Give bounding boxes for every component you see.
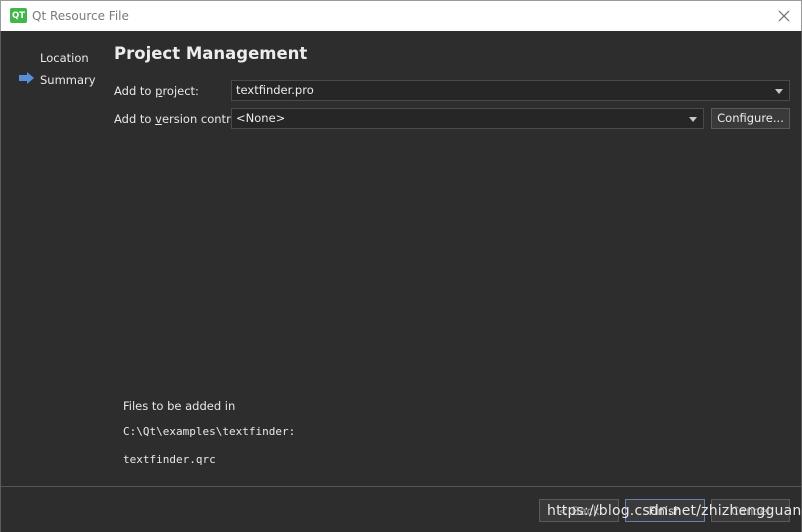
page-title: Project Management [114,44,308,63]
close-icon [778,10,790,22]
files-heading: Files to be added in [123,399,236,413]
version-control-select-value: <None> [236,111,286,125]
add-to-project-label: Add to project: [114,84,199,98]
dropdown-arrow-icon [689,117,697,122]
step-summary: Summary [40,73,96,87]
qt-logo-icon: QT [10,8,27,23]
window-title: Qt Resource File [32,9,129,23]
title-bar: QT Qt Resource File [0,0,802,31]
wizard-body: Location Summary Project Management Add … [0,31,802,532]
files-path: C:\Qt\examples\textfinder: [123,425,296,438]
file-item: textfinder.qrc [123,453,216,466]
close-button[interactable] [775,7,793,25]
configure-button[interactable]: Configure... [711,108,790,129]
dropdown-arrow-icon [775,89,783,94]
project-select-value: textfinder.pro [236,83,314,97]
wizard-steps: Location Summary [1,31,101,486]
version-control-select[interactable]: <None> [231,108,704,129]
project-select[interactable]: textfinder.pro [231,80,790,101]
current-step-arrow-icon [19,72,34,84]
version-control-label: Add to version control: [114,112,245,126]
step-location: Location [40,51,89,65]
watermark: https://blog.csdn.net/zhizhengguan [547,503,802,519]
